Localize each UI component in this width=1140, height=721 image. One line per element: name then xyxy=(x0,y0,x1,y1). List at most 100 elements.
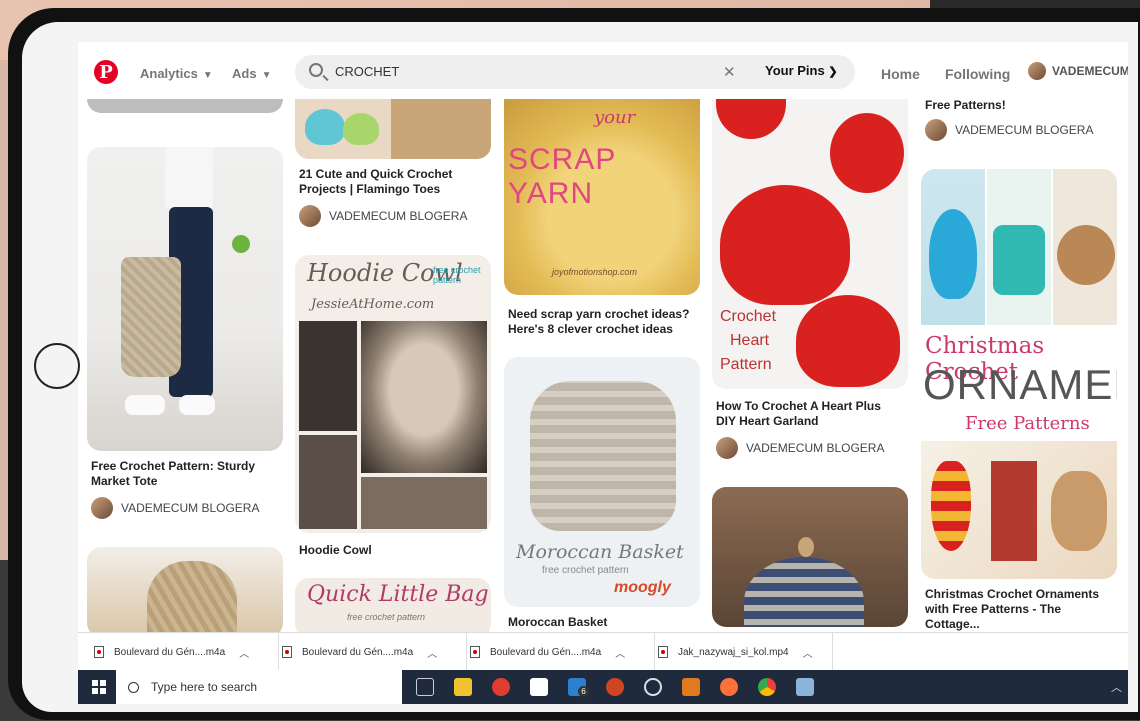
user-profile[interactable]: VADEMECUM xyxy=(1028,62,1128,80)
pin-image-crochet-heart[interactable]: Crochet Heart Pattern xyxy=(712,99,908,389)
chevron-up-icon[interactable]: ︿ xyxy=(427,645,437,660)
pin-column-5: Free Patterns! VADEMECUM BLOGERA Christm… xyxy=(921,98,1117,632)
avatar xyxy=(91,497,113,519)
file-icon xyxy=(94,646,104,658)
app-icon[interactable] xyxy=(796,678,814,696)
chevron-up-icon[interactable]: ︿ xyxy=(803,645,813,660)
chevron-down-icon: ▼ xyxy=(202,70,213,81)
shoe-shape xyxy=(125,395,165,415)
task-view-icon[interactable] xyxy=(416,678,434,696)
pin-title[interactable]: Free Crochet Pattern: Sturdy Market Tote xyxy=(87,459,283,489)
pin-author-name: VADEMECUM BLOGERA xyxy=(329,209,468,223)
avatar xyxy=(716,437,738,459)
pin-image-hearts[interactable] xyxy=(295,99,491,159)
clear-search-icon[interactable]: ✕ xyxy=(723,63,736,81)
heart-shape xyxy=(720,185,850,305)
download-item[interactable]: Boulevard du Gén....m4a ︿ xyxy=(470,633,655,671)
windows-start-icon[interactable] xyxy=(92,680,106,694)
pin-image-partial[interactable] xyxy=(87,99,283,113)
app-icon[interactable] xyxy=(682,678,700,696)
pin-author-name: VADEMECUM BLOGERA xyxy=(746,441,885,455)
pin-overlay-sub: JessieAtHome.com xyxy=(311,297,435,312)
nav-home[interactable]: Home xyxy=(881,66,920,82)
search-bar: ✕ Your Pins ❯ xyxy=(295,55,855,89)
pin-overlay-title: SCRAP YARN xyxy=(508,143,616,210)
pin-overlay-sub: free crochet pattern xyxy=(542,565,629,576)
pin-overlay-brand: moogly xyxy=(614,579,671,596)
download-item[interactable]: Boulevard du Gén....m4a ︿ xyxy=(282,633,467,671)
download-item[interactable]: Boulevard du Gén....m4a ︿ xyxy=(94,633,279,671)
pin-author[interactable]: VADEMECUM BLOGERA xyxy=(921,119,1117,141)
pin-overlay-sub: Free Patterns xyxy=(965,413,1090,434)
app-icon[interactable] xyxy=(644,678,662,696)
pin-author[interactable]: VADEMECUM BLOGERA xyxy=(295,205,491,227)
mail-icon[interactable]: 6 xyxy=(568,678,589,697)
pin-author-name: VADEMECUM BLOGERA xyxy=(121,501,260,515)
overlay-line: Heart xyxy=(730,332,770,349)
browser-screen: P Analytics ▼ Ads ▼ ✕ Your Pins ❯ Home Fol… xyxy=(78,42,1128,704)
app-icon[interactable] xyxy=(492,678,510,696)
pin-image-knit[interactable] xyxy=(87,547,283,637)
download-item[interactable]: Jak_nazywaj_si_kol.mp4 ︿ xyxy=(658,633,833,671)
chrome-icon[interactable] xyxy=(758,678,776,696)
pin-title[interactable]: Hoodie Cowl xyxy=(295,543,491,558)
chevron-up-icon[interactable]: ︿ xyxy=(615,645,625,660)
search-input[interactable] xyxy=(335,64,675,79)
pin-title[interactable]: 21 Cute and Quick Crochet Projects | Fla… xyxy=(295,167,491,197)
toy-shape xyxy=(744,557,864,627)
file-explorer-icon[interactable] xyxy=(454,678,472,696)
pin-overlay-sub: joyofmotionshop.com xyxy=(552,267,638,277)
tablet-home-button[interactable] xyxy=(34,343,80,389)
pin-column-1: Free Crochet Pattern: Sturdy Market Tote… xyxy=(87,99,283,637)
nav-following[interactable]: Following xyxy=(945,66,1010,82)
tote-bag-shape xyxy=(121,257,181,377)
download-name: Boulevard du Gén....m4a xyxy=(114,646,226,658)
pinterest-logo-icon[interactable]: P xyxy=(94,60,118,84)
pin-author[interactable]: VADEMECUM BLOGERA xyxy=(712,437,908,459)
pin-image-scrap-yarn[interactable]: your SCRAP YARN joyofmotionshop.com xyxy=(504,99,700,295)
pin-title[interactable]: Moroccan Basket xyxy=(504,615,700,630)
pin-title[interactable]: Free Patterns! xyxy=(921,98,1117,113)
overlay-line: Crochet xyxy=(720,308,777,325)
pin-overlay-text: Crochet Heart Pattern xyxy=(720,305,776,377)
pin-image-stuffed-toy[interactable] xyxy=(712,487,908,627)
heart-shape xyxy=(796,295,900,387)
pin-image-moroccan-basket[interactable]: Moroccan Basket free crochet pattern moo… xyxy=(504,357,700,607)
search-icon xyxy=(128,681,139,693)
taskbar-search-placeholder: Type here to search xyxy=(151,680,258,694)
apple-shape xyxy=(232,235,250,253)
photo-hood-2 xyxy=(361,321,487,473)
download-name: Boulevard du Gén....m4a xyxy=(302,646,414,658)
photo-ornaments xyxy=(921,441,1117,579)
photo-cup xyxy=(987,169,1051,325)
pin-title[interactable]: Christmas Crochet Ornaments with Free Pa… xyxy=(921,587,1117,632)
pin-column-3: your SCRAP YARN joyofmotionshop.com Need… xyxy=(504,99,700,630)
pin-author[interactable]: VADEMECUM BLOGERA xyxy=(87,497,283,519)
pin-image-hoodie-cowl[interactable]: Hoodie Cowl free crochet pattern JessieA… xyxy=(295,255,491,533)
nav-ads[interactable]: Ads ▼ xyxy=(232,66,271,81)
pin-title[interactable]: Need scrap yarn crochet ideas? Here's 8 … xyxy=(504,307,700,337)
knit-shape xyxy=(147,561,237,637)
pin-title[interactable]: How To Crochet A Heart Plus DIY Heart Ga… xyxy=(712,399,908,429)
nav-analytics[interactable]: Analytics ▼ xyxy=(140,66,213,81)
overlay-line: Pattern xyxy=(720,356,772,373)
pin-image-christmas-ornaments[interactable]: Christmas Crochet ORNAMENTS Free Pattern… xyxy=(921,169,1117,579)
chevron-up-icon[interactable]: ︿ xyxy=(239,645,249,660)
pin-overlay-big: ORNAMENTS xyxy=(923,361,1117,408)
pin-author-name: VADEMECUM BLOGERA xyxy=(955,123,1094,137)
photo-penguin xyxy=(921,169,985,325)
chevron-up-icon[interactable]: ︿ xyxy=(1111,679,1122,695)
powerpoint-icon[interactable] xyxy=(606,678,624,696)
avatar xyxy=(299,205,321,227)
your-pins-label: Your Pins xyxy=(765,63,825,78)
pin-image-little-bag[interactable]: Quick Little Bag free crochet pattern xyxy=(295,578,491,638)
downloads-bar: Boulevard du Gén....m4a ︿ Boulevard du Gé… xyxy=(78,632,1128,671)
pin-overlay-title: Moroccan Basket xyxy=(516,541,684,563)
your-pins-dropdown[interactable]: Your Pins ❯ xyxy=(765,63,838,78)
pin-image-tote[interactable] xyxy=(87,147,283,451)
pin-overlay-top: your xyxy=(594,107,636,128)
background-dark-strip xyxy=(930,0,1140,8)
firefox-icon[interactable] xyxy=(720,678,738,696)
store-icon[interactable] xyxy=(530,678,548,696)
taskbar-search-box[interactable]: Type here to search xyxy=(116,670,402,704)
